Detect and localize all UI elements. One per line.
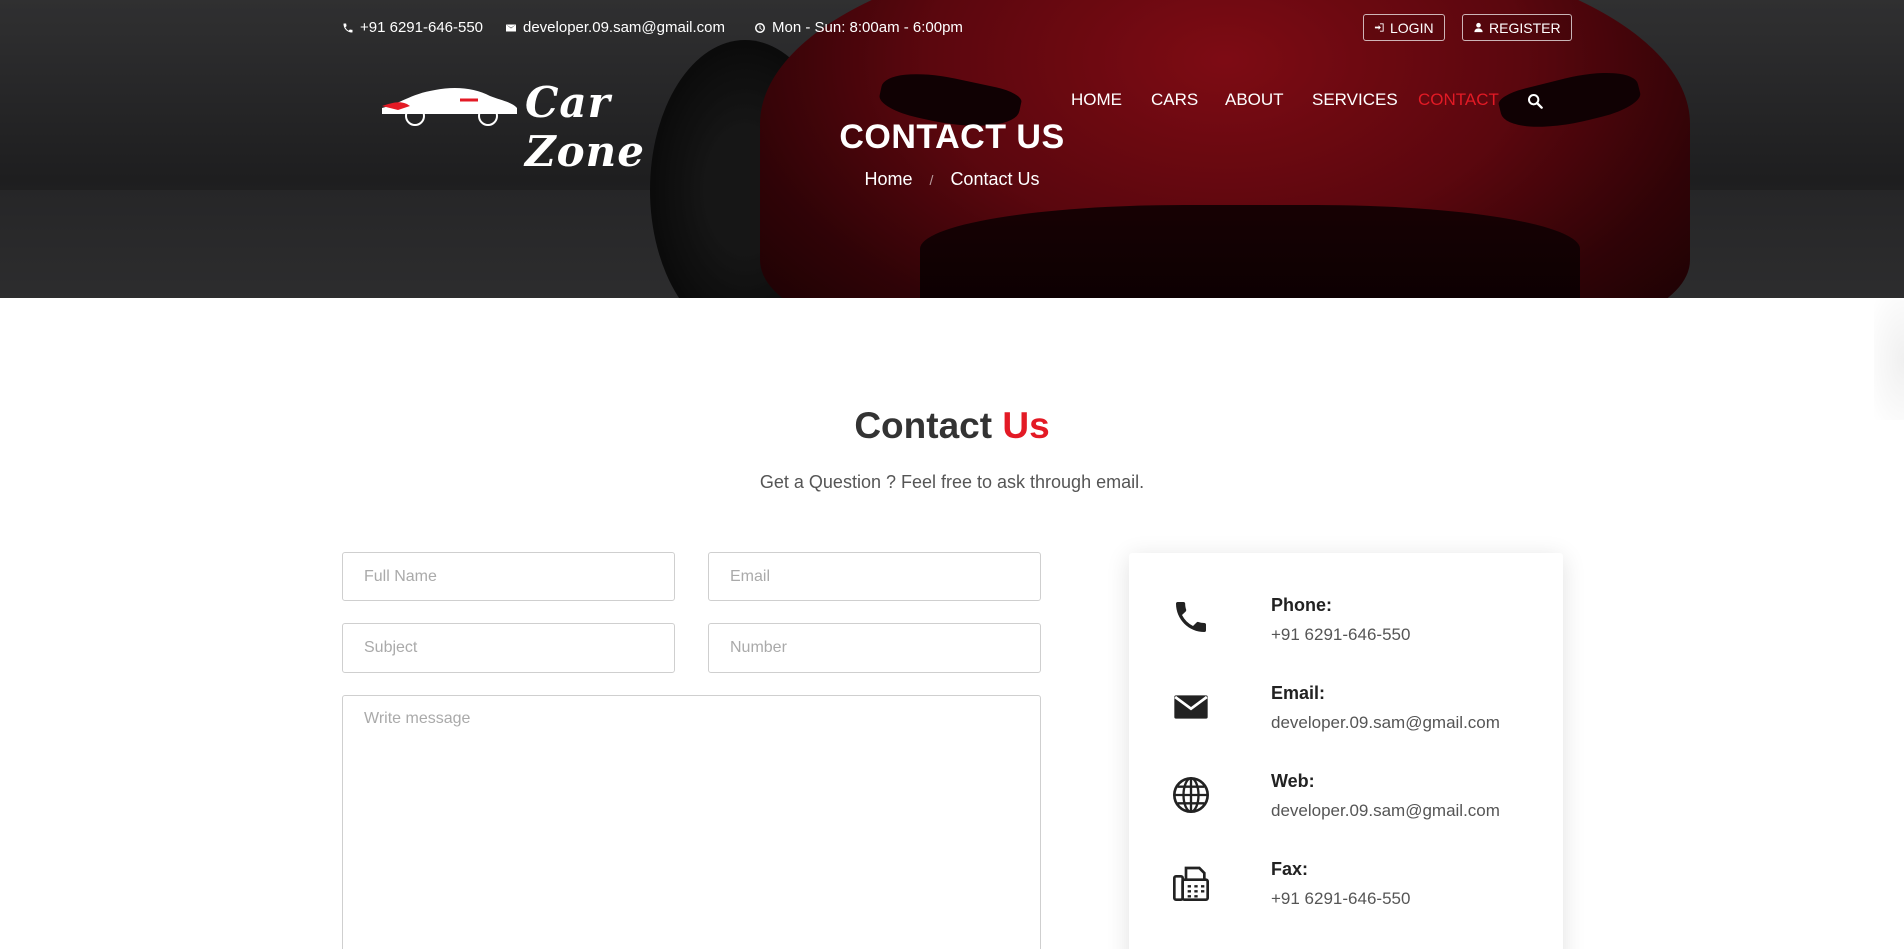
section-subtitle: Get a Question ? Feel free to ask throug… xyxy=(759,472,1145,492)
hero-banner: +91 6291-646-550 developer.09.sam@gmail.… xyxy=(0,0,1904,298)
scroll-edge-shadow xyxy=(1874,300,1904,420)
breadcrumb: Home / Contact Us xyxy=(0,169,1904,190)
fax-icon xyxy=(1173,866,1209,901)
nav-item-contact[interactable]: CONTACT xyxy=(1418,90,1499,110)
message-textarea[interactable] xyxy=(342,695,1041,949)
full-name-input[interactable] xyxy=(342,552,675,601)
contact-info-label: Web: xyxy=(1271,771,1315,791)
sign-in-icon xyxy=(1374,23,1384,32)
breadcrumb-current: Contact Us xyxy=(950,169,1040,189)
globe-icon xyxy=(1173,777,1209,813)
topbar-email[interactable]: developer.09.sam@gmail.com xyxy=(505,19,725,36)
nav-item-services[interactable]: SERVICES xyxy=(1312,90,1398,110)
section-title-accent: Us xyxy=(1002,405,1050,446)
number-input[interactable] xyxy=(708,623,1041,673)
contact-info-label: Email: xyxy=(1271,683,1326,703)
contact-info-label: Fax: xyxy=(1271,859,1309,879)
login-button[interactable]: LOGIN xyxy=(1363,14,1445,41)
clock-icon xyxy=(755,22,765,33)
topbar-phone[interactable]: +91 6291-646-550 xyxy=(342,19,483,36)
email-input[interactable] xyxy=(708,552,1041,601)
breadcrumb-separator: / xyxy=(929,172,934,188)
phone-icon xyxy=(1176,602,1206,632)
contact-info-label: Phone: xyxy=(1271,595,1332,615)
subject-input[interactable] xyxy=(342,623,675,673)
topbar-hours: Mon - Sun: 8:00am - 6:00pm xyxy=(754,19,963,36)
topbar-phone-text: +91 6291-646-550 xyxy=(360,19,484,36)
search-icon[interactable] xyxy=(1527,93,1543,109)
phone-icon xyxy=(343,23,353,32)
nav-item-home[interactable]: HOME xyxy=(1071,90,1122,110)
contact-info-value[interactable]: developer.09.sam@gmail.com xyxy=(1271,713,1500,733)
section-title-main: Contact xyxy=(854,405,993,446)
topbar-hours-text: Mon - Sun: 8:00am - 6:00pm xyxy=(772,19,963,36)
nav-item-about[interactable]: ABOUT xyxy=(1225,90,1284,110)
register-button[interactable]: REGISTER xyxy=(1462,14,1572,41)
nav-item-cars[interactable]: CARS xyxy=(1151,90,1198,110)
contact-info-value: +91 6291-646-550 xyxy=(1271,889,1411,908)
user-icon xyxy=(1474,22,1483,33)
contact-info-value: +91 6291-646-550 xyxy=(1271,625,1411,644)
contact-info-value[interactable]: developer.09.sam@gmail.com xyxy=(1271,801,1500,821)
login-label: LOGIN xyxy=(1390,19,1434,36)
contact-info-card: Phone: +91 6291-646-550 Email: developer… xyxy=(1129,553,1563,949)
breadcrumb-home[interactable]: Home xyxy=(865,169,913,189)
topbar-email-text: developer.09.sam@gmail.com xyxy=(523,19,725,36)
register-label: REGISTER xyxy=(1489,19,1561,36)
envelope-icon xyxy=(506,24,516,31)
page-title: CONTACT US xyxy=(839,118,1065,156)
top-bar: +91 6291-646-550 developer.09.sam@gmail.… xyxy=(342,0,1572,56)
section-title: Contact Us xyxy=(0,405,1904,447)
envelope-icon xyxy=(1174,695,1208,719)
